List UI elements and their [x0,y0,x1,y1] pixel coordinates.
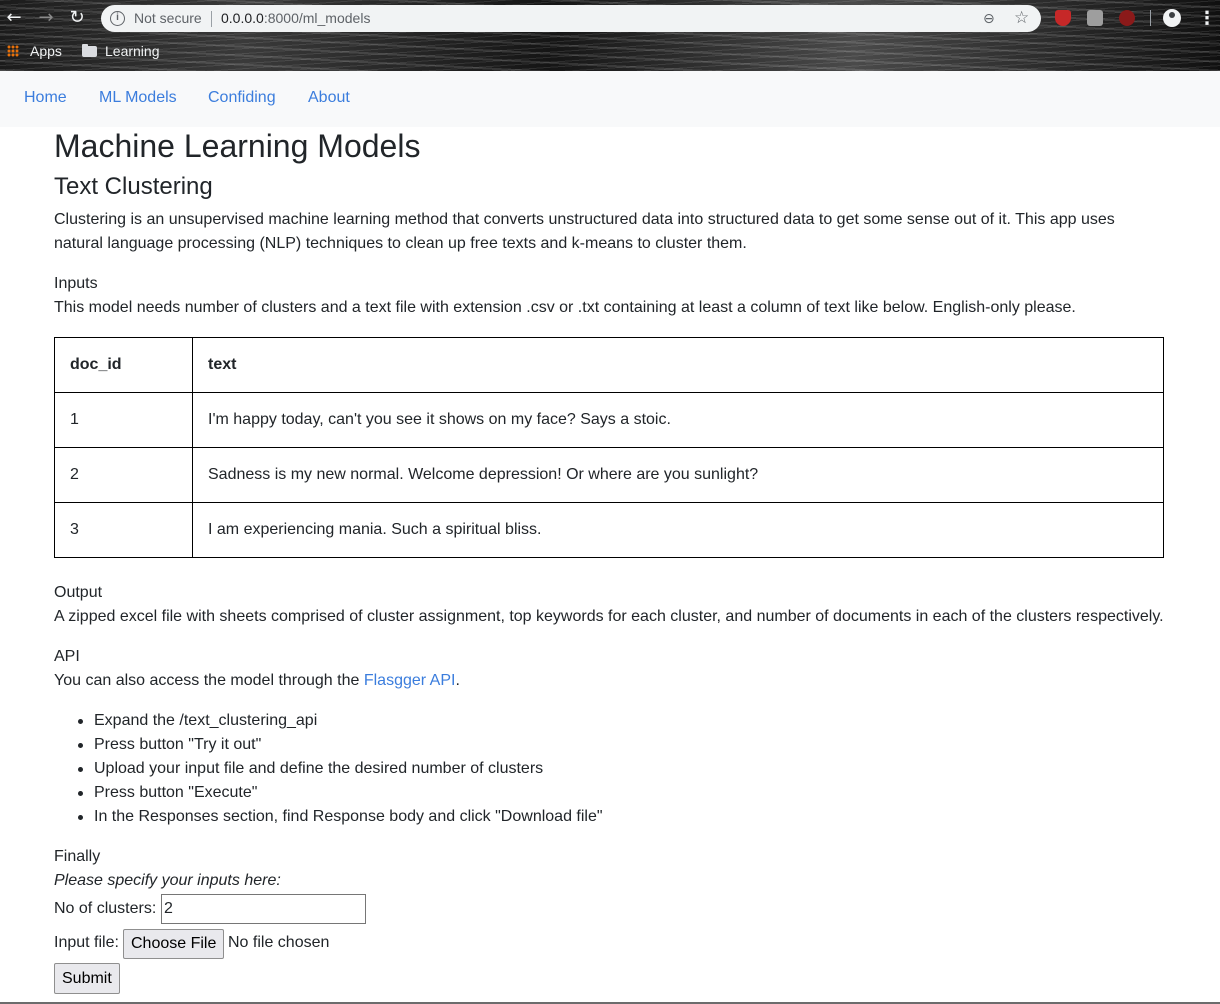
list-item: Expand the /text_clustering_api [54,709,603,733]
nav-home[interactable]: Home [24,89,67,107]
choose-file-button[interactable]: Choose File [123,929,225,959]
table-cell-text: I'm happy today, can't you see it shows … [192,392,1164,448]
url-host: 0.0.0.0 [221,10,264,26]
bookmarks-bar: Apps Learning [0,40,1220,64]
forward-icon[interactable]: → [36,8,56,28]
table-cell-text: Sadness is my new normal. Welcome depres… [192,447,1164,503]
zoom-icon[interactable]: ⊖ [983,10,995,27]
nav-ml-models[interactable]: ML Models [99,89,177,107]
reload-icon[interactable]: ↻ [67,8,87,28]
api-text: You can also access the model through th… [54,669,460,693]
clusters-label: No of clusters: [54,900,157,917]
site-navbar: Home ML Models Confiding About [0,71,1220,127]
inputs-heading: Inputs [54,275,98,292]
api-heading: API [54,648,80,665]
shield-extension-icon[interactable] [1055,10,1071,26]
specify-inputs-text: Please specify your inputs here: [54,872,281,889]
api-text-after: . [455,672,460,689]
browser-menu-icon[interactable]: ⋮ [1198,6,1216,30]
nav-about[interactable]: About [308,89,350,107]
output-heading: Output [54,584,103,601]
browser-chrome: ← → ↻ i Not secure 0.0.0.0:8000/ml_model… [0,0,1220,71]
address-divider [211,11,212,27]
clusters-input[interactable] [161,894,366,924]
security-label: Not secure [134,10,202,26]
table-cell-text: I am experiencing mania. Such a spiritua… [192,502,1164,558]
browser-toolbar: ← → ↻ i Not secure 0.0.0.0:8000/ml_model… [0,0,1220,37]
intro-line-1: Clustering is an unsupervised machine le… [54,211,1115,228]
list-item: Press button "Execute" [54,781,603,805]
list-item: Upload your input file and define the de… [54,757,603,781]
list-item: In the Responses section, find Response … [54,805,603,829]
finally-heading: Finally [54,848,101,865]
submit-button[interactable]: Submit [54,963,120,994]
api-steps-list: Expand the /text_clustering_api Press bu… [54,709,603,829]
bookmark-learning[interactable]: Learning [105,43,160,59]
extension-icon[interactable] [1087,10,1103,26]
table-cell-doc-id: 2 [54,447,193,503]
profile-avatar-icon[interactable] [1163,9,1181,27]
column-header-doc-id: doc_id [54,337,193,393]
back-icon[interactable]: ← [4,8,24,28]
nav-confiding[interactable]: Confiding [208,89,276,107]
flasgger-api-link[interactable]: Flasgger API [364,672,456,689]
star-icon[interactable]: ☆ [1014,8,1029,28]
table-row: 2 Sadness is my new normal. Welcome depr… [54,447,1164,503]
intro-line-2: natural language processing (NLP) techni… [54,235,747,252]
table-row: 1 I'm happy today, can't you see it show… [54,392,1164,448]
table-row: 3 I am experiencing mania. Such a spirit… [54,502,1164,558]
bookmark-apps[interactable]: Apps [30,43,62,59]
file-status-text: No file chosen [228,934,330,951]
column-header-text: text [192,337,1164,393]
table-cell-doc-id: 3 [54,502,193,558]
table-cell-doc-id: 1 [54,392,193,448]
address-bar[interactable]: i Not secure 0.0.0.0:8000/ml_models ⊖ ☆ [101,5,1041,32]
list-item: Press button "Try it out" [54,733,603,757]
example-table: doc_id text 1 I'm happy today, can't you… [54,337,1164,558]
inputs-text: This model needs number of clusters and … [54,299,1076,316]
section-title: Text Clustering [54,173,213,200]
apps-grid-icon[interactable] [7,45,19,57]
info-icon[interactable]: i [110,11,125,26]
url-text[interactable]: 0.0.0.0:8000/ml_models [221,10,370,26]
api-text-before: You can also access the model through th… [54,672,364,689]
page-title: Machine Learning Models [54,128,421,164]
output-text: A zipped excel file with sheets comprise… [54,608,1164,625]
table-header-row: doc_id text [54,337,1164,393]
folder-icon[interactable] [82,44,97,57]
ublock-extension-icon[interactable] [1119,10,1135,26]
input-file-label: Input file: [54,934,119,951]
url-path: :8000/ml_models [263,10,371,26]
toolbar-divider [1150,10,1151,26]
